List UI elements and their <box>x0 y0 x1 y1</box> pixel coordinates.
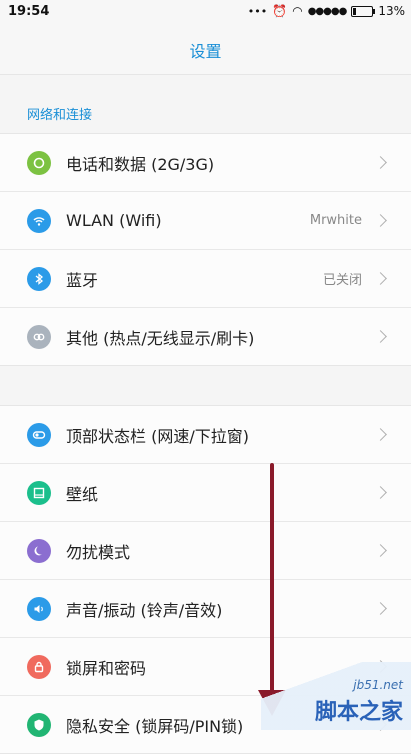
chevron-right-icon <box>374 156 387 169</box>
more-dots-icon: ••• <box>247 4 268 18</box>
settings-item-moon[interactable]: 勿扰模式 <box>0 522 411 580</box>
settings-item-link[interactable]: 其他 (热点/无线显示/刷卡) <box>0 308 411 365</box>
title-bar: 设置 <box>0 26 411 75</box>
signal-icon: ●●●●● <box>307 5 348 17</box>
wifi-status-icon: ◠ <box>292 4 303 18</box>
bluetooth-icon <box>27 266 51 291</box>
settings-item-value: 已关闭 <box>322 273 362 288</box>
settings-item-wallpaper[interactable]: 壁纸 <box>0 464 411 522</box>
status-time: 19:54 <box>8 4 50 19</box>
chevron-right-icon <box>374 486 387 499</box>
settings-item-label: 声音/振动 (铃声/音效) <box>66 600 223 620</box>
settings-item-label: 蓝牙 <box>66 270 99 290</box>
toggle-icon <box>27 422 51 447</box>
battery-percent: 13% <box>378 4 405 18</box>
chevron-right-icon <box>374 544 387 557</box>
speaker-icon <box>27 596 51 621</box>
chevron-right-icon <box>374 602 387 615</box>
settings-item-label: 壁纸 <box>66 484 99 504</box>
status-bar: 19:54 ••• ⏰ ◠ ●●●●● 13% <box>0 0 411 26</box>
settings-item-label: 电话和数据 (2G/3G) <box>66 154 215 174</box>
shield-icon <box>27 712 51 737</box>
watermark: jb51.net 脚本之家 <box>261 662 411 730</box>
settings-item-phone-data[interactable]: 电话和数据 (2G/3G) <box>0 134 411 192</box>
settings-item-value: Mrwhite <box>309 213 362 228</box>
chevron-right-icon <box>374 214 387 227</box>
section-label-network: 网络和连接 <box>27 108 93 123</box>
settings-item-toggle[interactable]: 顶部状态栏 (网速/下拉窗) <box>0 406 411 464</box>
watermark-name: 脚本之家 <box>314 700 403 725</box>
wifi-icon <box>27 208 51 233</box>
settings-item-label: 顶部状态栏 (网速/下拉窗) <box>66 426 249 446</box>
settings-item-speaker[interactable]: 声音/振动 (铃声/音效) <box>0 580 411 638</box>
watermark-site: jb51.net <box>353 678 403 692</box>
chevron-right-icon <box>374 428 387 441</box>
battery-icon <box>351 5 376 17</box>
link-icon <box>27 324 51 349</box>
settings-item-label: 其他 (热点/无线显示/刷卡) <box>66 328 255 348</box>
settings-item-bluetooth[interactable]: 蓝牙 已关闭 <box>0 250 411 308</box>
chevron-right-icon <box>374 272 387 285</box>
settings-item-wifi[interactable]: WLAN (Wifi) Mrwhite <box>0 192 411 250</box>
alarm-icon: ⏰ <box>272 4 288 18</box>
lock-icon <box>27 654 51 679</box>
settings-item-label: 勿扰模式 <box>66 542 131 562</box>
phone-data-icon <box>27 150 51 175</box>
status-icons: ••• ⏰ ◠ ●●●●● 13% <box>248 4 405 18</box>
settings-group-network: 电话和数据 (2G/3G) WLAN (Wifi) Mrwhite 蓝牙 已关闭其他 (… <box>0 133 411 366</box>
moon-icon <box>27 538 51 563</box>
settings-item-label: 锁屏和密码 <box>66 658 147 678</box>
wallpaper-icon <box>27 480 51 505</box>
chevron-right-icon <box>374 330 387 343</box>
page-title: 设置 <box>189 42 222 61</box>
settings-item-label: 隐私安全 (锁屏码/PIN锁) <box>66 716 244 736</box>
settings-item-label: WLAN (Wifi) <box>66 211 162 230</box>
